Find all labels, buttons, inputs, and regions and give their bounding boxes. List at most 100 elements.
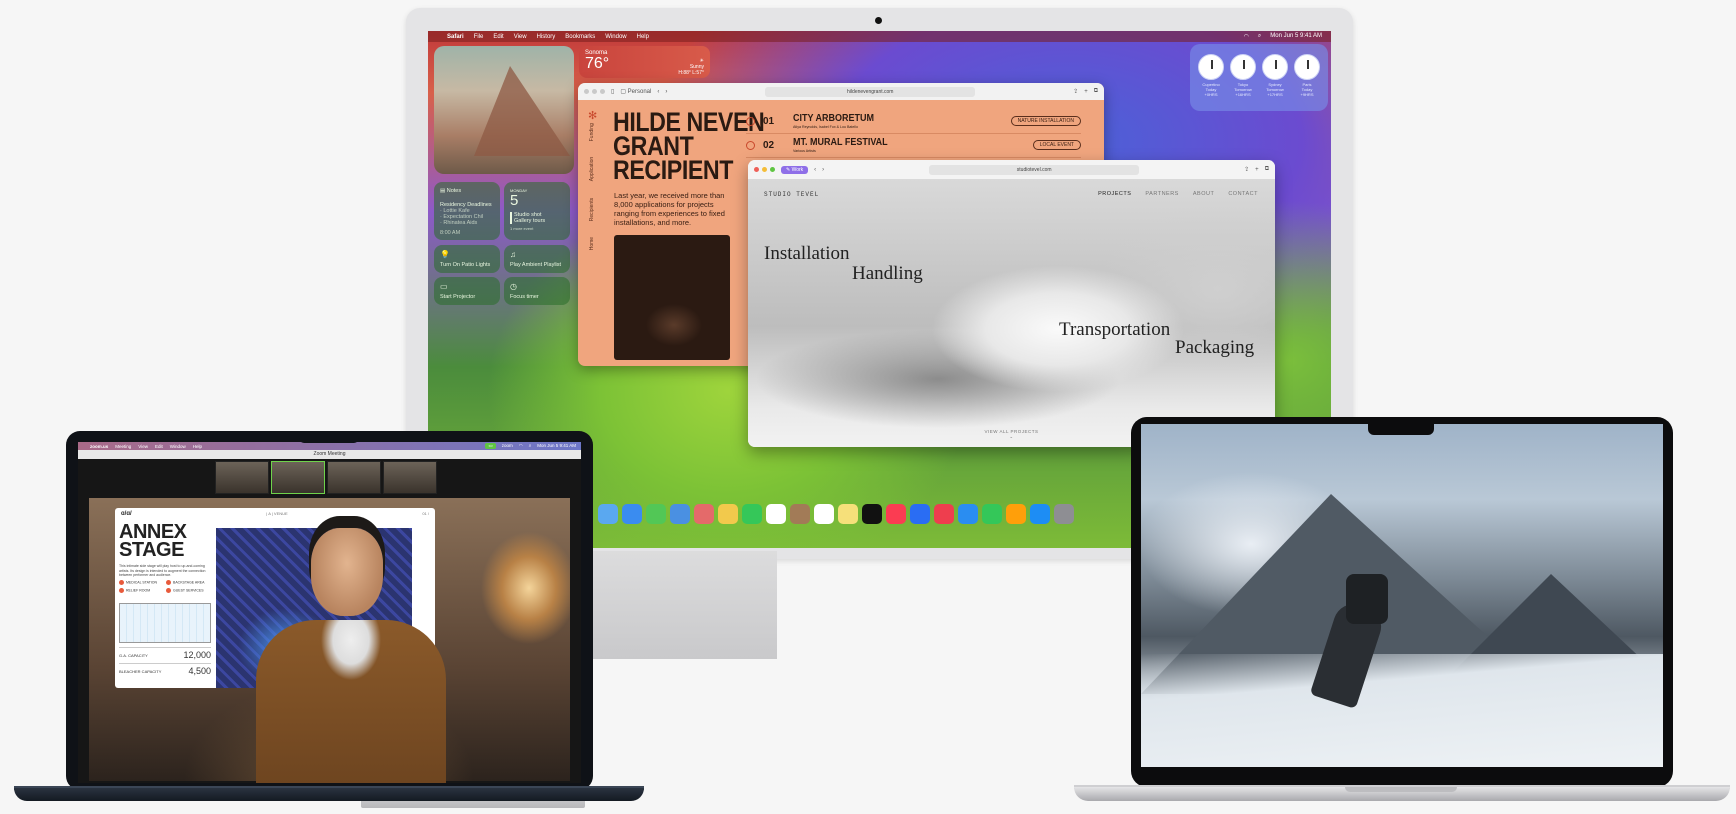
participant-strip — [215, 461, 437, 494]
new-tab-icon[interactable]: + — [1084, 89, 1088, 95]
event-tag: NATURE INSTALLATION — [1010, 116, 1081, 126]
menu-help[interactable]: Help — [193, 444, 202, 449]
dock-app-icon[interactable] — [1030, 504, 1050, 524]
window-controls[interactable] — [754, 167, 775, 172]
nav-about[interactable]: ABOUT — [1193, 191, 1214, 197]
weather-widget[interactable]: Sonoma 76° ☀ Sunny H:88° L:57° — [579, 46, 710, 78]
wifi-icon[interactable]: ◠ — [519, 443, 523, 449]
back-icon[interactable]: ‹ — [814, 167, 816, 173]
search-icon[interactable]: ⌕ — [1258, 33, 1261, 40]
home-focus-timer[interactable]: ◷ Focus timer — [504, 277, 570, 305]
menu-bookmarks[interactable]: Bookmarks — [565, 34, 595, 40]
address-bar[interactable]: hildenevengrant.com — [765, 86, 976, 97]
list-item[interactable]: 02 MT. MURAL FESTIVAL Various Artists LOC… — [746, 134, 1081, 158]
wifi-icon[interactable]: ◠ — [1244, 33, 1249, 40]
share-icon[interactable]: ⇪ — [1244, 166, 1249, 173]
menu-clock[interactable]: Mon Jun 5 9:41 AM — [537, 443, 576, 449]
participant-thumbnail[interactable] — [215, 461, 269, 494]
clock-face-icon — [1262, 54, 1288, 80]
menu-file[interactable]: File — [474, 34, 484, 40]
slide-nav: | A | VENUE — [266, 511, 288, 516]
dock-app-icon[interactable] — [646, 504, 666, 524]
dock-app-icon[interactable] — [718, 504, 738, 524]
clock-cupertino: Cupertino Today +0HRS — [1198, 54, 1224, 111]
screen-share-icon[interactable]: ▭ — [485, 443, 496, 449]
menu-help[interactable]: Help — [637, 34, 649, 40]
safari-window-studio[interactable]: ✎ Work ‹ › studiotevel.com ⇪ + ⧉ STUDIO … — [748, 160, 1275, 447]
forward-icon[interactable]: › — [665, 89, 667, 95]
menu-edit[interactable]: Edit — [155, 444, 163, 449]
calendar-widget[interactable]: MONDAY 5 Studio shot Gallery tours 1 mor… — [504, 182, 570, 240]
dock-app-icon[interactable] — [622, 504, 642, 524]
nav-projects[interactable]: PROJECTS — [1098, 191, 1131, 197]
clock-tokyo: Tokyo Tomorrow +16HRS — [1230, 54, 1256, 111]
studio-hero: STUDIO TEVEL PROJECTS PARTNERS ABOUT CON… — [748, 179, 1275, 447]
notes-widget[interactable]: ▤ Notes Residency Deadlines · Lottie Kaf… — [434, 182, 500, 240]
world-clock-widget[interactable]: Cupertino Today +0HRS Tokyo Tomorrow +16HRS … — [1190, 44, 1328, 111]
nav-contact[interactable]: CONTACT — [1228, 191, 1258, 197]
page-heading: HILDE NEVEN GRANT RECIPIENT — [613, 107, 765, 185]
back-icon[interactable]: ‹ — [657, 89, 659, 95]
window-controls[interactable] — [584, 89, 605, 94]
menu-app-name[interactable]: Safari — [447, 34, 464, 40]
menu-view[interactable]: View — [138, 444, 148, 449]
projector-icon: ▭ — [440, 282, 448, 291]
venue-map — [119, 603, 211, 643]
dock-app-icon[interactable] — [862, 504, 882, 524]
site-logo[interactable]: STUDIO TEVEL — [764, 191, 819, 198]
dock-app-icon[interactable] — [670, 504, 690, 524]
dock-app-icon[interactable] — [598, 504, 618, 524]
dock-app-icon[interactable] — [742, 504, 762, 524]
photo-widget[interactable] — [434, 46, 574, 174]
share-icon[interactable]: ⇪ — [1073, 88, 1078, 95]
speaker-video: ɑ/ɑ/ | A | VENUE 01 / ANNEX STAGE This i… — [89, 498, 570, 783]
dock-app-icon[interactable] — [982, 504, 1002, 524]
nav-partners[interactable]: PARTNERS — [1145, 191, 1178, 197]
nav-home[interactable]: Home — [589, 237, 595, 250]
home-patio-lights[interactable]: 💡 Turn On Patio Lights — [434, 245, 500, 273]
dock-app-icon[interactable] — [694, 504, 714, 524]
dock-app-icon[interactable] — [1006, 504, 1026, 524]
participant-thumbnail[interactable] — [383, 461, 437, 494]
dock-app-icon[interactable] — [934, 504, 954, 524]
search-icon[interactable]: ⌕ — [529, 443, 532, 449]
dock-app-icon[interactable] — [838, 504, 858, 524]
dock-app-icon[interactable] — [1054, 504, 1074, 524]
tabs-overview-icon[interactable]: ⧉ — [1094, 88, 1098, 95]
address-bar[interactable]: studiotevel.com — [929, 164, 1140, 175]
new-tab-icon[interactable]: + — [1255, 167, 1259, 173]
menu-history[interactable]: History — [537, 34, 556, 40]
capacity-row: G.A. CAPACITY 12,000 — [119, 647, 211, 660]
participant-thumbnail[interactable] — [271, 461, 325, 494]
dock-app-icon[interactable] — [958, 504, 978, 524]
dock-app-icon[interactable] — [766, 504, 786, 524]
dock-app-icon[interactable] — [790, 504, 810, 524]
menu-view[interactable]: View — [514, 34, 527, 40]
home-start-projector[interactable]: ▭ Start Projector — [434, 277, 500, 305]
menu-meeting[interactable]: Meeting — [115, 444, 131, 449]
participant-thumbnail[interactable] — [327, 461, 381, 494]
list-item[interactable]: 01 CITY ARBORETUM Atlya Reynolds, Isabel … — [746, 110, 1081, 134]
forward-icon[interactable]: › — [822, 167, 824, 173]
tabs-overview-icon[interactable]: ⧉ — [1265, 166, 1269, 173]
menu-edit[interactable]: Edit — [493, 34, 503, 40]
nav-funding[interactable]: Funding — [589, 123, 595, 141]
tab-group-personal[interactable]: ▢ Personal — [620, 88, 651, 95]
zoom-status[interactable]: zoom — [502, 443, 513, 449]
dock-app-icon[interactable] — [814, 504, 834, 524]
tab-group-work[interactable]: ✎ Work — [781, 165, 809, 174]
menu-app-name[interactable]: zoom.us — [90, 444, 108, 449]
nav-recipients[interactable]: Recipients — [589, 198, 595, 221]
dock-app-icon[interactable] — [886, 504, 906, 524]
clock-face-icon — [1198, 54, 1224, 80]
home-ambient-playlist[interactable]: ♫ Play Ambient Playlist — [504, 245, 570, 273]
menu-window[interactable]: Window — [605, 34, 626, 40]
menu-bar: zoom.us Meeting View Edit Window Help ▭ … — [78, 442, 581, 450]
lightbulb-icon: 💡 — [440, 250, 450, 259]
nav-application[interactable]: Application — [589, 157, 595, 181]
dock-app-icon[interactable] — [910, 504, 930, 524]
menu-clock[interactable]: Mon Jun 5 9:41 AM — [1270, 33, 1322, 40]
menu-window[interactable]: Window — [170, 444, 186, 449]
sidebar-icon[interactable]: ▯ — [611, 88, 614, 95]
macbook-pro — [1131, 417, 1673, 787]
